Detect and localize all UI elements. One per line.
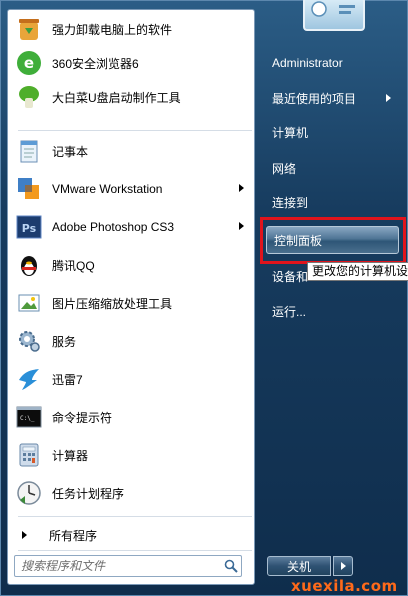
svg-text:e: e	[24, 54, 34, 72]
search-box[interactable]	[14, 555, 242, 577]
program-item-vmware[interactable]: VMware Workstation	[10, 172, 254, 206]
program-label: 命令提示符	[52, 410, 113, 425]
submenu-arrow-icon	[239, 222, 244, 230]
notepad-icon	[14, 136, 44, 166]
right-item-label: 运行...	[272, 304, 307, 319]
program-label: 大白菜U盘启动制作工具	[52, 90, 181, 105]
program-label: 腾讯QQ	[52, 258, 95, 273]
watermark: xuexila.com	[291, 577, 398, 595]
run-item[interactable]: 运行...	[265, 298, 401, 324]
program-label: VMware Workstation	[52, 182, 163, 196]
right-item-label: 计算机	[272, 125, 309, 140]
right-item-label: Administrator	[272, 56, 343, 70]
program-item-thunder[interactable]: 迅雷7	[10, 362, 254, 396]
qq-penguin-icon	[14, 250, 44, 280]
start-menu: 强力卸载电脑上的软件 e 360安全浏览器6 大白菜U盘启动制作工具 记事本 V…	[0, 0, 408, 596]
programs-pane: 强力卸载电脑上的软件 e 360安全浏览器6 大白菜U盘启动制作工具 记事本 V…	[7, 9, 255, 585]
program-item-uninstaller[interactable]: 强力卸载电脑上的软件	[10, 12, 254, 46]
search-input[interactable]	[21, 557, 221, 575]
right-item-label: 最近使用的项目	[272, 91, 357, 106]
image-compress-icon	[14, 288, 44, 318]
connect-to-item[interactable]: 连接到	[265, 189, 401, 215]
user-folder-administrator[interactable]: Administrator	[265, 50, 401, 76]
program-item-notepad[interactable]: 记事本	[10, 134, 254, 168]
program-item-calculator[interactable]: 计算器	[10, 438, 254, 472]
pinned-separator	[18, 130, 252, 131]
shutdown-label: 关机	[286, 559, 311, 574]
program-item-qq[interactable]: 腾讯QQ	[10, 248, 254, 282]
task-scheduler-icon	[14, 478, 44, 508]
photoshop-icon: Ps	[14, 212, 44, 242]
all-programs-separator	[18, 516, 252, 517]
highlight-annotation-box	[260, 217, 406, 264]
submenu-arrow-icon	[239, 184, 244, 192]
recycle-uninstall-icon	[14, 14, 44, 44]
expand-arrow-icon	[22, 531, 27, 539]
calculator-icon	[14, 440, 44, 470]
vmware-icon	[14, 174, 44, 204]
program-label: 强力卸载电脑上的软件	[52, 22, 173, 37]
right-item-label: 连接到	[272, 195, 309, 210]
program-item-command-prompt[interactable]: C:\_ 命令提示符	[10, 400, 254, 434]
program-label: 服务	[52, 334, 77, 349]
shutdown-options-button[interactable]	[333, 556, 353, 576]
program-item-dabaicai[interactable]: 大白菜U盘启动制作工具	[10, 80, 254, 114]
svg-text:Ps: Ps	[22, 222, 37, 235]
program-label: 迅雷7	[52, 372, 83, 387]
shutdown-button[interactable]: 关机	[267, 556, 331, 576]
360-browser-icon: e	[14, 48, 44, 78]
program-item-image-compress[interactable]: 图片压缩缩放处理工具	[10, 286, 254, 320]
computer-item[interactable]: 计算机	[265, 119, 401, 145]
command-prompt-icon: C:\_	[14, 402, 44, 432]
program-label: 360安全浏览器6	[52, 56, 139, 71]
chevron-right-icon	[340, 562, 346, 570]
program-label: 任务计划程序	[52, 486, 125, 501]
all-programs-button[interactable]: 所有程序	[10, 522, 254, 548]
right-item-label: 设备和	[272, 269, 309, 284]
program-label: 图片压缩缩放处理工具	[52, 296, 173, 311]
control-panel-tooltip: 更改您的计算机设	[307, 262, 408, 281]
program-item-photoshop[interactable]: Ps Adobe Photoshop CS3	[10, 210, 254, 244]
program-label: Adobe Photoshop CS3	[52, 220, 175, 234]
right-item-label: 网络	[272, 161, 297, 176]
thunder-icon	[14, 364, 44, 394]
dabaicai-cabbage-icon	[14, 82, 44, 112]
user-picture[interactable]	[303, 0, 365, 31]
search-icon[interactable]	[221, 556, 241, 576]
program-item-task-scheduler[interactable]: 任务计划程序	[10, 476, 254, 510]
services-gear-icon	[14, 326, 44, 356]
all-programs-label: 所有程序	[49, 528, 98, 543]
program-label: 计算器	[52, 448, 89, 463]
submenu-arrow-icon	[386, 94, 391, 102]
network-item[interactable]: 网络	[265, 155, 401, 181]
program-item-360-browser[interactable]: e 360安全浏览器6	[10, 46, 254, 80]
recent-items[interactable]: 最近使用的项目	[265, 85, 401, 111]
svg-text:C:\_: C:\_	[20, 415, 35, 422]
search-separator	[18, 550, 252, 551]
program-label: 记事本	[52, 144, 89, 159]
program-item-services[interactable]: 服务	[10, 324, 254, 358]
